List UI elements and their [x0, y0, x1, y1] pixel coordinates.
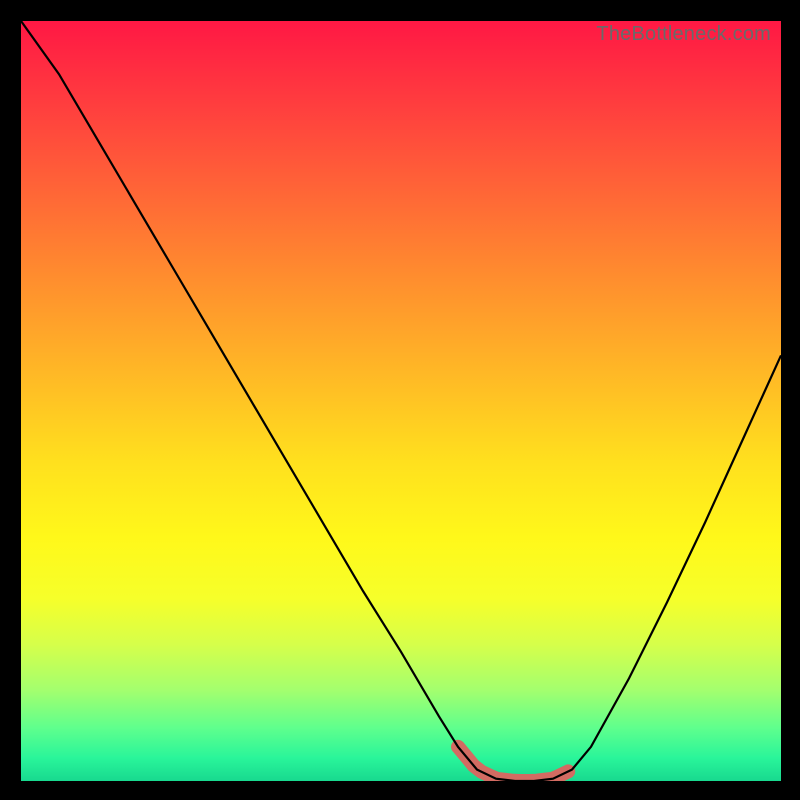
plot-area: TheBottleneck.com	[21, 21, 781, 781]
bottleneck-curve	[21, 21, 781, 781]
highlight-band	[458, 747, 568, 781]
curve-line	[21, 21, 781, 781]
chart-frame: TheBottleneck.com	[0, 0, 800, 800]
